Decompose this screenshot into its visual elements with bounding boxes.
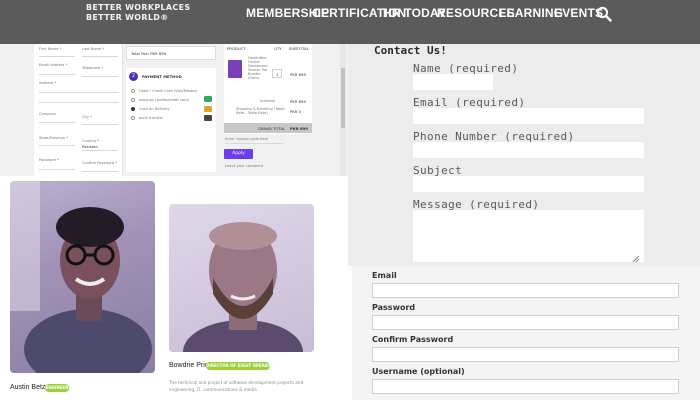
signup-username-label: Username (optional) xyxy=(372,367,465,376)
subtotal-label: Subtotal xyxy=(260,99,276,103)
address-input-2[interactable] xyxy=(39,102,119,103)
telephone-input[interactable] xyxy=(82,76,118,77)
payment-label-bank[interactable]: bank transfer xyxy=(139,116,163,120)
logo-text-line2[interactable]: BETTER WORLD® xyxy=(86,13,169,22)
name-input[interactable] xyxy=(413,74,493,90)
signup-form-panel: Email Password Confirm Password Username… xyxy=(352,266,700,400)
payment-label-easypay[interactable]: easypay (wallet/credit card) xyxy=(139,98,189,102)
signup-confirm-password-label: Confirm Password xyxy=(372,335,454,344)
role-badge: ENGINEER xyxy=(45,384,69,392)
address-input[interactable] xyxy=(39,92,119,93)
field-label-state: State/Province * xyxy=(39,136,68,140)
contact-form-panel: Contact Us! Name (required) Email (requi… xyxy=(348,44,700,266)
order-col-qty: QTY xyxy=(274,46,282,51)
bowdrie-price-photo xyxy=(169,204,314,352)
subtotal-value: PKR 899 xyxy=(290,99,306,104)
field-label-telephone: Telephone * xyxy=(82,66,104,70)
order-col-product: PRODUCT xyxy=(227,46,246,51)
payment-radio-easypay[interactable] xyxy=(131,98,135,102)
payment-radio-card[interactable] xyxy=(131,89,135,93)
person-description-line: engineering, IT, communications & media. xyxy=(169,387,259,392)
signup-password-input[interactable] xyxy=(372,315,679,330)
password-input[interactable] xyxy=(39,169,75,170)
phone-input[interactable] xyxy=(413,142,644,158)
step-number-badge: 2 xyxy=(129,72,138,81)
signup-email-input[interactable] xyxy=(372,283,679,298)
resize-handle-icon[interactable] xyxy=(632,255,640,263)
person-portrait-image xyxy=(10,181,155,373)
checkout-panel: First Name * Last Name * Email Address *… xyxy=(0,44,348,176)
qty-input[interactable]: 1 xyxy=(272,69,282,78)
bank-icon xyxy=(204,115,212,121)
easypay-icon xyxy=(204,96,212,102)
coupon-underline xyxy=(225,143,283,144)
order-header-row: PRODUCT QTY SUBTOTAL xyxy=(224,44,312,52)
subject-input[interactable] xyxy=(413,176,644,192)
city-input[interactable] xyxy=(82,124,118,125)
country-underline xyxy=(82,150,118,151)
field-label-password: Password * xyxy=(39,158,59,162)
order-summary: PRODUCT QTY SUBTOTAL HealthBox Online Da… xyxy=(224,44,312,134)
signup-confirm-password-input[interactable] xyxy=(372,347,679,362)
last-name-input[interactable] xyxy=(82,56,118,57)
product-thumbnail xyxy=(228,60,242,78)
site-header: BETTER WORKPLACES BETTER WORLD® MEMBERSH… xyxy=(0,0,700,44)
field-label-email: Email Address * xyxy=(39,63,68,67)
grand-total-value: PKR 899 xyxy=(290,126,308,131)
search-icon[interactable] xyxy=(596,6,612,22)
grand-total-row: GRAND TOTAL PKR 899 xyxy=(224,123,312,133)
payment-method-title: PAYMENT METHOD xyxy=(142,74,182,79)
payment-radio-cod[interactable] xyxy=(131,107,135,111)
billing-form: First Name * Last Name * Email Address *… xyxy=(34,44,123,176)
field-label-address: Address * xyxy=(39,81,57,85)
qty-value: 1 xyxy=(276,71,279,77)
person-description-line: The technical and project of software de… xyxy=(169,380,304,385)
apply-button[interactable]: Apply xyxy=(224,149,253,159)
product-name-line: (Gold) xyxy=(248,76,260,80)
payment-label-cod[interactable]: Cash on Delivery xyxy=(139,107,170,111)
message-textarea[interactable] xyxy=(413,210,644,262)
state-select[interactable] xyxy=(39,145,75,146)
fee-summary: Total Fee: PKR 899 xyxy=(126,46,216,60)
field-label-last-name: Last Name * xyxy=(82,47,105,51)
role-badge: DIRECTOR OF EIGHT OPERATIONS xyxy=(206,362,282,370)
payment-radio-bank[interactable] xyxy=(131,116,135,120)
shipping-value: PKR 0 xyxy=(290,109,302,114)
grand-total-label: GRAND TOTAL xyxy=(258,126,286,131)
cash-icon xyxy=(204,106,212,112)
field-label-first-name: First Name * xyxy=(39,47,62,51)
email-input[interactable] xyxy=(413,108,644,124)
field-label-country: Country * xyxy=(82,139,100,143)
leave-comment-link[interactable]: Leave your comment xyxy=(225,164,263,168)
scrollbar-thumb[interactable] xyxy=(341,68,345,128)
product-price: PKR 899 xyxy=(290,72,306,77)
logo-text-line1[interactable]: BETTER WORKPLACES xyxy=(86,3,190,12)
field-label-city: City * xyxy=(82,115,92,119)
first-name-input[interactable] xyxy=(39,56,75,57)
signup-email-label: Email xyxy=(372,271,397,280)
contact-title: Contact Us! xyxy=(374,44,447,57)
person-portrait-image xyxy=(169,204,314,352)
signup-password-label: Password xyxy=(372,303,416,312)
company-input[interactable] xyxy=(39,122,75,123)
coupon-input[interactable]: Enter coupon code here xyxy=(225,137,268,141)
confirm-password-input[interactable] xyxy=(82,171,118,172)
email-input[interactable] xyxy=(39,74,75,75)
signup-username-input[interactable] xyxy=(372,379,679,394)
order-col-subtotal: SUBTOTAL xyxy=(289,46,309,51)
payment-label-card[interactable]: Debit / Credit Card (Visa/Master) xyxy=(139,89,197,93)
team-panel: Austin Betzer ENGINEER Bowdrie Price DIR… xyxy=(0,176,350,400)
country-select[interactable]: Pakistan xyxy=(82,144,98,149)
field-label-confirm-password: Confirm Password * xyxy=(82,161,118,165)
fee-summary-text: Total Fee: PKR 899 xyxy=(131,51,167,56)
payment-method-section: 2 PAYMENT METHOD Debit / Credit Card (Vi… xyxy=(126,68,216,172)
shipping-label: Shipping & Handling (Table Rate - Table … xyxy=(236,107,285,116)
austin-betzer-photo xyxy=(10,181,155,373)
field-label-company: Company xyxy=(39,112,57,116)
